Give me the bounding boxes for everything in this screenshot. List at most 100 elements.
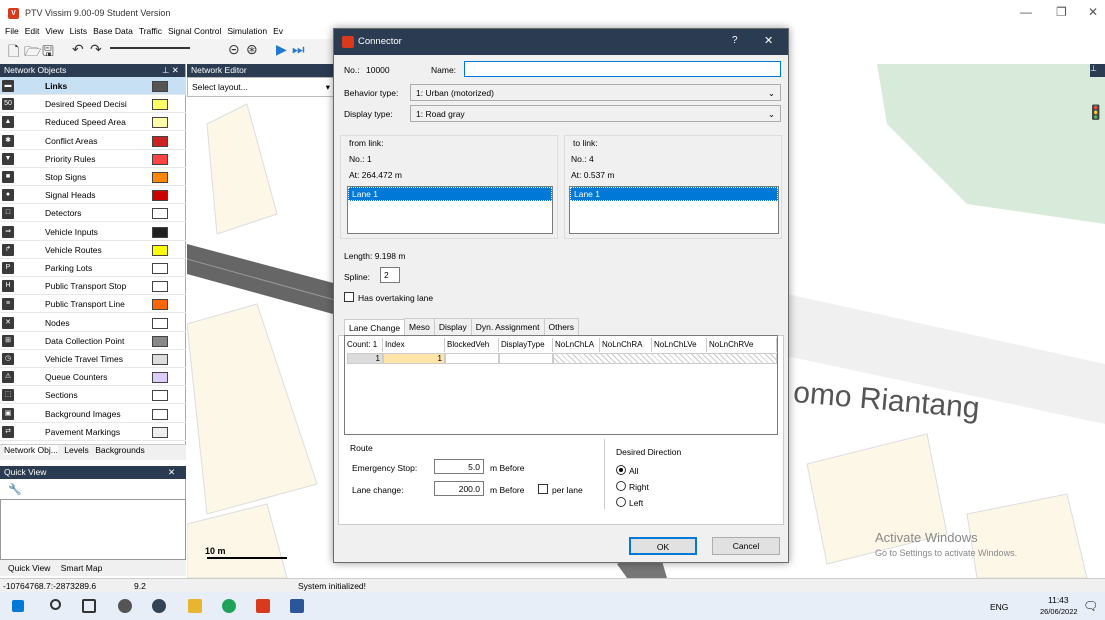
direction-left-radio[interactable] xyxy=(616,497,626,507)
maximize-icon[interactable]: ❐ xyxy=(1056,5,1067,19)
clock-date[interactable]: 26/06/2022 xyxy=(1040,607,1078,616)
settings-gear-icon[interactable] xyxy=(118,599,132,613)
windows-start-icon[interactable] xyxy=(12,600,24,612)
network-object-row[interactable]: H Public Transport Stop xyxy=(0,277,186,296)
tab-network-objects[interactable]: Network Obj... xyxy=(4,445,58,455)
word-icon[interactable] xyxy=(290,599,304,613)
network-object-row[interactable]: ⊞ Data Collection Point xyxy=(0,332,186,350)
network-object-row[interactable]: 50 Desired Speed Decisi xyxy=(0,95,186,114)
network-object-row[interactable]: ⬚ Sections xyxy=(0,386,186,405)
grid-header-nolnchra[interactable]: NoLnChRA xyxy=(600,338,652,352)
network-object-row[interactable]: ◷ Vehicle Travel Times xyxy=(0,350,186,368)
new-file-icon[interactable]: 🗋 xyxy=(8,41,19,65)
grid-header-index[interactable]: Index xyxy=(383,338,445,352)
language-indicator[interactable]: ENG xyxy=(990,602,1008,612)
tab-others[interactable]: Others xyxy=(543,318,580,335)
tab-quick-view[interactable]: Quick View xyxy=(8,563,50,573)
grid-cell-displaytype[interactable] xyxy=(499,353,553,364)
menu-view[interactable]: View xyxy=(45,26,63,36)
car-icon[interactable]: ⊛ xyxy=(246,41,258,58)
network-object-row[interactable]: ✕ Nodes xyxy=(0,314,186,332)
network-object-row[interactable]: ▬ Links xyxy=(0,77,186,95)
tab-levels[interactable]: Levels xyxy=(64,445,89,455)
emergency-stop-input[interactable]: 5.0 xyxy=(434,459,484,474)
network-object-color-swatch xyxy=(152,354,168,365)
grid-header-nolnchla[interactable]: NoLnChLA xyxy=(553,338,600,352)
from-lane-list[interactable]: Lane 1 xyxy=(347,186,553,234)
3d-icon[interactable]: ⊝ xyxy=(228,41,240,58)
vissim-taskbar-icon[interactable] xyxy=(256,599,270,613)
tab-meso[interactable]: Meso xyxy=(404,318,435,335)
notifications-icon[interactable]: 🗨 xyxy=(1083,599,1098,613)
network-object-row[interactable]: □ Detectors xyxy=(0,204,186,223)
overtaking-checkbox[interactable] xyxy=(344,292,354,302)
grid-cell-index[interactable]: 1 xyxy=(383,353,445,364)
network-object-row[interactable]: ⚠ Queue Counters xyxy=(0,368,186,387)
tab-backgrounds[interactable]: Backgrounds xyxy=(95,445,145,455)
tab-lane-change[interactable]: Lane Change xyxy=(344,319,406,336)
task-view-icon[interactable] xyxy=(82,599,96,613)
menu-evaluation[interactable]: Ev xyxy=(273,26,283,36)
help-icon[interactable]: ? xyxy=(732,35,738,46)
network-object-row[interactable]: ≡ Public Transport Line xyxy=(0,295,186,314)
search-icon[interactable] xyxy=(50,599,61,610)
menu-simulation[interactable]: Simulation xyxy=(227,26,267,36)
network-object-row[interactable]: ▼ Priority Rules xyxy=(0,150,186,168)
menu-base-data[interactable]: Base Data xyxy=(93,26,133,36)
tab-dyn-assignment[interactable]: Dyn. Assignment xyxy=(470,318,545,335)
open-file-icon[interactable]: 🗁 xyxy=(24,41,41,65)
grid-header-blockedveh[interactable]: BlockedVeh xyxy=(445,338,499,352)
grid-header-displaytype[interactable]: DisplayType xyxy=(499,338,553,352)
lane-change-input[interactable]: 200.0 xyxy=(434,481,484,496)
menu-file[interactable]: File xyxy=(5,26,19,36)
file-explorer-icon[interactable] xyxy=(188,599,202,613)
direction-right-radio[interactable] xyxy=(616,481,626,491)
from-lane-item[interactable]: Lane 1 xyxy=(348,187,552,201)
simulation-speed-slider[interactable] xyxy=(110,47,190,49)
step-icon[interactable]: ⏭ xyxy=(292,41,305,58)
network-object-row[interactable]: ⇒ Vehicle Inputs xyxy=(0,223,186,241)
redo-icon[interactable]: ↷ xyxy=(90,41,102,58)
play-icon[interactable]: ▶ xyxy=(276,41,287,58)
to-lane-list[interactable]: Lane 1 xyxy=(569,186,779,234)
save-icon[interactable]: 🖫 xyxy=(42,41,54,65)
undo-icon[interactable]: ↶ xyxy=(72,41,84,58)
name-input[interactable] xyxy=(464,61,781,77)
per-lane-checkbox[interactable] xyxy=(538,484,548,494)
network-object-row[interactable]: ■ Stop Signs xyxy=(0,168,186,186)
display-type-select[interactable]: 1: Road gray ⌄ xyxy=(410,105,781,122)
ok-button[interactable]: OK xyxy=(629,537,697,555)
tab-display[interactable]: Display xyxy=(433,318,472,335)
network-object-row[interactable]: ▣ Background Images xyxy=(0,405,186,423)
wrench-icon[interactable]: 🔧 xyxy=(8,483,22,496)
cancel-button[interactable]: Cancel xyxy=(712,537,780,555)
travel-time-icon: ◷ xyxy=(2,353,14,365)
menu-edit[interactable]: Edit xyxy=(25,26,40,36)
traffic-light-icon[interactable]: 🚦 xyxy=(1087,104,1104,121)
spline-input[interactable]: 2 xyxy=(380,267,400,283)
behavior-type-select[interactable]: 1: Urban (motorized) ⌄ xyxy=(410,84,781,101)
network-object-row[interactable]: ▲ Reduced Speed Area xyxy=(0,113,186,132)
grid-cell-blockedveh[interactable] xyxy=(445,353,499,364)
menu-lists[interactable]: Lists xyxy=(70,26,87,36)
network-object-row[interactable]: P Parking Lots xyxy=(0,259,186,277)
pin-icon[interactable]: ⊥ xyxy=(1090,64,1105,77)
browser-icon[interactable] xyxy=(152,599,166,613)
grid-header-nolnchlve[interactable]: NoLnChLVe xyxy=(652,338,707,352)
clock-time[interactable]: 11:43 xyxy=(1048,595,1069,605)
network-object-row[interactable]: ↱ Vehicle Routes xyxy=(0,241,186,259)
to-lane-item[interactable]: Lane 1 xyxy=(570,187,778,201)
tab-smart-map[interactable]: Smart Map xyxy=(61,563,103,573)
minimize-icon[interactable]: — xyxy=(1020,5,1032,19)
network-object-row[interactable]: ✱ Conflict Areas xyxy=(0,132,186,150)
menu-traffic[interactable]: Traffic xyxy=(139,26,162,36)
grid-header-nolnchrve[interactable]: NoLnChRVe xyxy=(707,338,777,352)
network-object-row[interactable]: ⇄ Pavement Markings xyxy=(0,423,186,441)
layout-select[interactable]: Select layout... ▾ xyxy=(187,77,335,97)
menu-signal-control[interactable]: Signal Control xyxy=(168,26,221,36)
dialog-close-icon[interactable]: ✕ xyxy=(764,34,773,47)
direction-all-radio[interactable] xyxy=(616,465,626,475)
network-object-row[interactable]: ● Signal Heads xyxy=(0,186,186,205)
edge-icon[interactable] xyxy=(222,599,236,613)
close-icon[interactable]: ✕ xyxy=(1088,5,1098,19)
